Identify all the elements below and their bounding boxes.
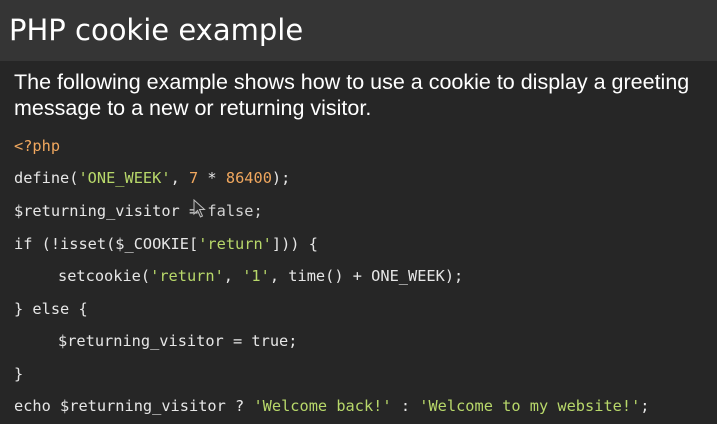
code-token: echo $returning_visitor ?	[14, 397, 254, 415]
code-token: ])) {	[271, 235, 318, 253]
code-token: ;	[640, 397, 650, 415]
code-line: if (!isset($_COOKIE['return'])) {	[14, 232, 318, 256]
code-token: $returning_visitor = true;	[58, 332, 298, 350]
code-token: ,	[170, 169, 189, 187]
code-token: :	[391, 397, 420, 415]
code-line: $returning_visitor = false;	[14, 199, 263, 223]
code-string: 'ONE_WEEK'	[78, 169, 171, 187]
code-string: '1'	[242, 267, 270, 285]
code-number: 86400	[225, 169, 272, 187]
code-line: <?php	[14, 134, 60, 158]
code-token: } else {	[14, 300, 88, 318]
code-token: $returning_visitor	[14, 202, 189, 220]
code-line: setcookie('return', '1', time() + ONE_WE…	[58, 264, 463, 288]
code-line: }	[14, 362, 23, 386]
code-token: }	[14, 365, 24, 383]
code-line: } else {	[14, 297, 88, 321]
code-block: <?php define('ONE_WEEK', 7 * 86400); $re…	[0, 0, 717, 424]
code-token: if (!isset($_COOKIE[	[14, 235, 199, 253]
code-token: *	[198, 169, 226, 187]
code-token: , time() + ONE_WEEK);	[269, 267, 464, 285]
code-line: define('ONE_WEEK', 7 * 86400);	[14, 166, 290, 190]
code-string: 'return'	[150, 267, 224, 285]
code-line: echo $returning_visitor ? 'Welcome back!…	[14, 394, 650, 418]
code-token: ,	[223, 267, 243, 285]
code-token: );	[271, 169, 291, 187]
code-token: setcookie(	[58, 267, 151, 285]
mouse-pointer-icon	[193, 199, 206, 218]
php-open-tag: <?php	[14, 137, 61, 155]
code-string: 'Welcome to my website!'	[419, 397, 641, 415]
code-string: 'return'	[198, 235, 272, 253]
code-string: 'Welcome back!'	[253, 397, 392, 415]
code-token: define(	[14, 169, 79, 187]
code-number: 7	[189, 169, 199, 187]
code-line: $returning_visitor = true;	[58, 329, 297, 353]
